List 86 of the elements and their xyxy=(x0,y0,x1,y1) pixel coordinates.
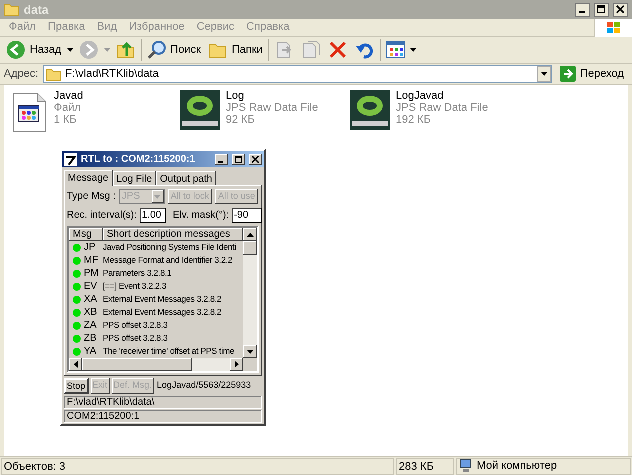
table-cell-text: XB xyxy=(84,306,98,320)
zone-text: Мой компьютер xyxy=(477,458,558,474)
cross-icon xyxy=(328,40,348,60)
elv-mask-label: Elv. mask(°): xyxy=(173,209,230,223)
file-item[interactable]: Log JPS Raw Data File 92 КБ xyxy=(180,90,350,134)
column-header: Short description messages xyxy=(103,228,243,241)
status-panel: F:\vlad\RTKlib\data\ xyxy=(64,396,262,409)
maximize-button[interactable] xyxy=(594,2,609,16)
right-arrow-icon xyxy=(234,361,238,368)
table-cell: External Event Messages 3.2.8.2 xyxy=(103,293,222,306)
tab[interactable]: Message xyxy=(64,170,113,186)
table-cell-text: JP xyxy=(84,241,97,255)
table-cell-text: PM xyxy=(84,267,100,281)
file-item[interactable]: Javad Файл 1 КБ xyxy=(10,90,180,134)
dialog-button[interactable]: Stop xyxy=(64,378,89,394)
maximize-icon xyxy=(597,5,606,14)
file-type: JPS Raw Data File xyxy=(226,102,318,114)
caret-icon xyxy=(66,48,74,52)
dropdown-arrow-icon xyxy=(540,72,548,76)
table-cell: The 'receiver time' offset at PPS time xyxy=(103,345,235,358)
folders-button[interactable]: Папки xyxy=(206,38,265,62)
caret-icon xyxy=(410,48,417,52)
computer-icon xyxy=(459,459,473,473)
status-text: Объектов: 3 xyxy=(1,458,394,474)
flag-icon xyxy=(606,20,622,34)
folder-icon xyxy=(4,2,20,18)
address-field[interactable]: F:\vlad\RTKlib\data xyxy=(42,65,552,83)
type-msg-label: Type Msg : xyxy=(67,190,116,204)
maximize-icon xyxy=(235,156,242,162)
horizontal-scrollbar[interactable] xyxy=(69,358,243,371)
rec-interval-label: Rec. interval(s): xyxy=(67,209,138,223)
ring-logo-icon xyxy=(180,90,220,130)
file-item[interactable]: LogJavad JPS Raw Data File 192 КБ xyxy=(350,90,520,134)
table-cell: Parameters 3.2.8.1 xyxy=(103,267,172,280)
file-size: 192 КБ xyxy=(396,114,432,126)
close-button[interactable] xyxy=(613,2,628,16)
file-size: 1 КБ xyxy=(54,114,78,126)
table-cell: PPS offset 3.2.8.3 xyxy=(103,319,168,332)
progress-text: LogJavad/5563/225933 xyxy=(157,379,252,392)
table-cell-text: XA xyxy=(84,293,98,307)
window-title: data xyxy=(24,2,49,18)
table-cell-text: ZB xyxy=(84,332,98,346)
file-name: LogJavad xyxy=(396,90,445,102)
table-cell: PPS offset 3.2.8.3 xyxy=(103,332,168,345)
file-type: Файл xyxy=(54,102,82,114)
table-cell-text: EV xyxy=(84,280,98,294)
table-cell-text: MF xyxy=(84,254,100,268)
caret-icon xyxy=(104,48,111,52)
go-button[interactable]: Переход xyxy=(556,66,628,82)
close-icon xyxy=(252,156,259,162)
up-arrow-icon xyxy=(246,232,254,236)
arrow-right-icon xyxy=(560,66,576,82)
ring-logo-icon xyxy=(350,90,390,130)
address-label: Адрес: xyxy=(4,66,39,82)
search-button[interactable]: Поиск xyxy=(144,38,204,62)
tab[interactable]: Log File xyxy=(112,171,156,185)
column-header: Msg xyxy=(69,228,103,241)
views-icon xyxy=(386,41,406,59)
scroll-thumb[interactable] xyxy=(243,241,257,255)
file-name: Log xyxy=(226,90,246,102)
folder-up-icon xyxy=(116,40,136,60)
back-button[interactable]: Назад xyxy=(4,38,64,62)
dialog-title: RTL to : COM2:115200:1 xyxy=(81,152,196,166)
file-name: Javad xyxy=(54,90,84,102)
minimize-button[interactable] xyxy=(575,2,590,16)
table-cell-text: ZA xyxy=(84,319,98,333)
table-cell-text: YA xyxy=(84,345,98,358)
status-text: 283 КБ xyxy=(396,458,454,474)
table-cell: External Event Messages 3.2.8.2 xyxy=(103,306,222,319)
elv-mask-field[interactable]: -90 xyxy=(232,208,262,223)
down-arrow-icon xyxy=(246,350,254,354)
table-cell: [==] Event 3.2.2.3 xyxy=(103,280,167,293)
close-icon xyxy=(616,5,625,14)
table-cell: Javad Positioning Systems File Identi xyxy=(103,241,236,254)
table-cell: Message Format and Identifier 3.2.2 xyxy=(103,254,233,267)
file-type: JPS Raw Data File xyxy=(396,102,488,114)
vertical-scrollbar[interactable] xyxy=(243,228,257,358)
folder-icon xyxy=(46,67,62,81)
dropdown-arrow-icon xyxy=(154,194,162,198)
document-copy-icon xyxy=(300,40,321,60)
search-icon xyxy=(146,40,167,60)
left-arrow-icon xyxy=(74,361,78,368)
file-size: 92 КБ xyxy=(226,114,256,126)
status-panel: COM2:115200:1 xyxy=(64,410,262,423)
tab[interactable]: Output path xyxy=(156,171,216,185)
rec-interval-field[interactable]: 1.00 xyxy=(140,208,166,223)
